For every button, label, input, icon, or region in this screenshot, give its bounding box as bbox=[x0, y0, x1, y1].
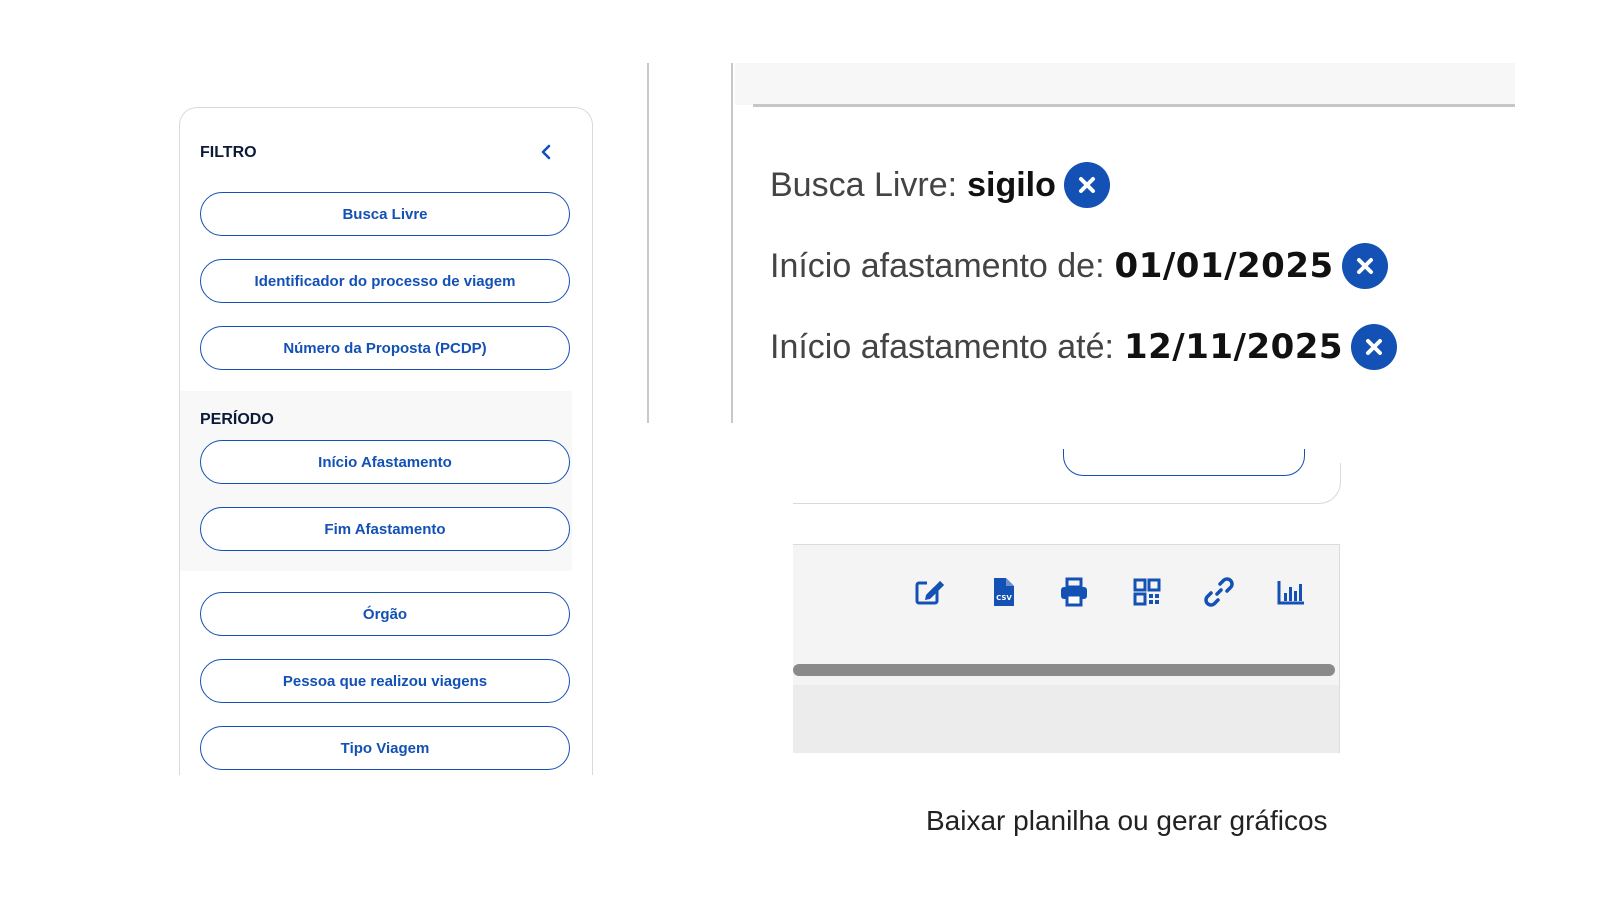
active-filter-value: 01/01/2025 bbox=[1114, 246, 1334, 286]
active-filter-inicio-ate: Início afastamento até: 12/11/2025 bbox=[770, 324, 1398, 370]
table-header-area bbox=[793, 685, 1339, 753]
active-filter-label: Busca Livre: bbox=[770, 165, 958, 204]
csv-file-icon[interactable]: CSV bbox=[986, 575, 1020, 609]
cropped-button[interactable] bbox=[1063, 449, 1305, 476]
link-icon[interactable] bbox=[1202, 575, 1236, 609]
filter-button-inicio-afastamento[interactable]: Início Afastamento bbox=[200, 440, 570, 484]
caption: Baixar planilha ou gerar gráficos bbox=[926, 805, 1328, 836]
remove-filter-busca-livre-button[interactable] bbox=[1063, 162, 1110, 208]
toolbar: CSV bbox=[793, 544, 1340, 753]
svg-text:CSV: CSV bbox=[996, 594, 1012, 602]
horizontal-scrollbar-thumb[interactable] bbox=[793, 664, 1335, 676]
active-filter-value: 12/11/2025 bbox=[1123, 327, 1344, 367]
filter-title: FILTRO bbox=[200, 144, 257, 161]
active-filter-busca-livre: Busca Livre: sigilo bbox=[770, 162, 1110, 208]
divider-left bbox=[647, 63, 649, 423]
period-title: PERÍODO bbox=[200, 411, 274, 428]
active-filter-label: Início afastamento de: bbox=[770, 246, 1105, 285]
filters-header-bar bbox=[735, 63, 1515, 105]
filter-button-orgao[interactable]: Órgão bbox=[200, 592, 570, 636]
close-icon bbox=[1356, 258, 1373, 274]
divider-right bbox=[731, 63, 733, 423]
filter-button-identificador-processo[interactable]: Identificador do processo de viagem bbox=[200, 259, 570, 303]
close-icon bbox=[1078, 177, 1095, 193]
filter-button-tipo-viagem[interactable]: Tipo Viagem bbox=[200, 726, 570, 770]
active-filter-value: sigilo bbox=[967, 165, 1056, 204]
filter-button-pessoa[interactable]: Pessoa que realizou viagens bbox=[200, 659, 570, 703]
filter-button-numero-proposta[interactable]: Número da Proposta (PCDP) bbox=[200, 326, 570, 370]
filter-button-busca-livre[interactable]: Busca Livre bbox=[200, 192, 570, 236]
chevron-left-icon[interactable] bbox=[538, 143, 554, 161]
bar-chart-icon[interactable] bbox=[1274, 575, 1308, 609]
active-filter-inicio-de: Início afastamento de: 01/01/2025 bbox=[770, 243, 1388, 289]
remove-filter-inicio-de-button[interactable] bbox=[1341, 243, 1388, 289]
filters-header-divider bbox=[753, 104, 1515, 107]
close-icon bbox=[1366, 339, 1383, 355]
filter-button-fim-afastamento[interactable]: Fim Afastamento bbox=[200, 507, 570, 551]
card-bottom-edge bbox=[793, 449, 1341, 504]
edit-icon[interactable] bbox=[913, 575, 947, 609]
filter-panel: FILTRO Busca Livre Identificador do proc… bbox=[179, 107, 593, 775]
active-filter-label: Início afastamento até: bbox=[770, 327, 1114, 366]
print-icon[interactable] bbox=[1057, 575, 1091, 609]
remove-filter-inicio-ate-button[interactable] bbox=[1351, 324, 1398, 370]
qr-code-icon[interactable] bbox=[1130, 575, 1164, 609]
